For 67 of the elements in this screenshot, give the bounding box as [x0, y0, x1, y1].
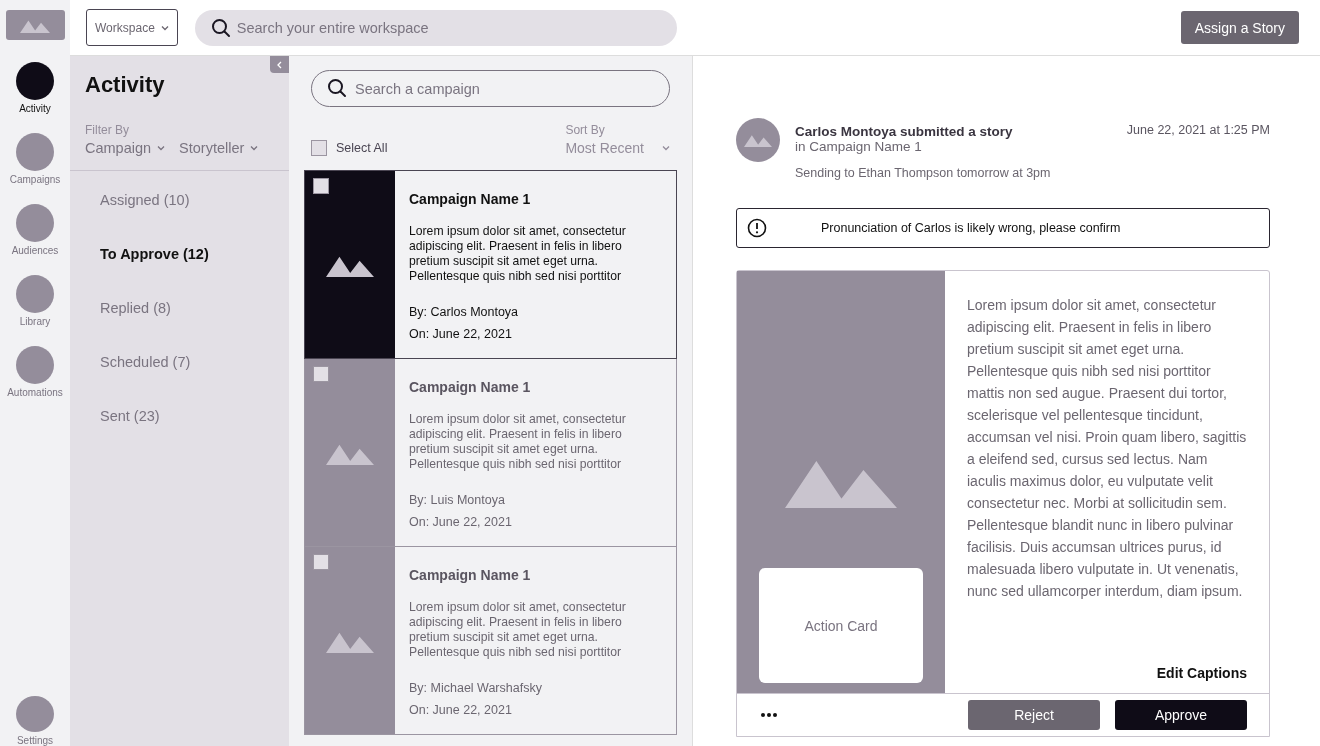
- story-title: Campaign Name 1: [409, 567, 532, 583]
- nav-icon: [16, 133, 54, 171]
- filter-label: Filter By: [85, 123, 130, 137]
- chevron-down-icon: [662, 145, 670, 151]
- nav-item[interactable]: Activity: [0, 62, 70, 114]
- edit-captions-link[interactable]: Edit Captions: [1156, 665, 1247, 681]
- nav-icon: [16, 696, 54, 732]
- search-icon: [327, 78, 347, 98]
- story-date: On: June 22, 2021: [409, 702, 513, 719]
- alert-text: Pronunciation of Carlos is likely wrong, please confirm: [821, 221, 1121, 235]
- logo[interactable]: [5, 10, 65, 40]
- checkbox[interactable]: [313, 366, 329, 382]
- sort-dropdown[interactable]: Most Recent: [565, 140, 670, 156]
- chevron-down-icon: [160, 24, 169, 31]
- filter-item[interactable]: Sent (23): [100, 408, 289, 462]
- timestamp: June 22, 2021 at 1:25 PM: [1126, 123, 1270, 139]
- filter-dropdown[interactable]: Campaign: [85, 140, 166, 156]
- story-title: Campaign Name 1: [409, 191, 532, 207]
- nav-item[interactable]: Audiences: [0, 204, 70, 256]
- workspace-dropdown[interactable]: Workspace: [86, 9, 178, 46]
- chevron-down-icon: [250, 145, 259, 151]
- nav-item[interactable]: Library: [0, 275, 70, 327]
- nav-item[interactable]: Settings: [0, 696, 70, 746]
- schedule-note: Sending to Ethan Thompson tomorrow at 3pm: [795, 166, 1052, 180]
- nav-item[interactable]: Automations: [0, 346, 70, 398]
- campaign-name: in Campaign Name 1: [795, 139, 923, 154]
- story-title: Campaign Name 1: [409, 379, 532, 395]
- story-excerpt: Lorem ipsum dolor sit amet, consectetur adipiscing elit. Praesent in felis in libero pretium suscipit sit amet eget urna. Pellentesque quis nibh sed nisi porttitor: [409, 412, 627, 472]
- nav-icon: [16, 275, 54, 313]
- nav-icon: [16, 62, 54, 100]
- approve-button[interactable]: Approve: [1115, 700, 1247, 730]
- filter-item[interactable]: To Approve (12): [100, 246, 289, 300]
- panel-title: Activity: [85, 72, 166, 98]
- reject-button[interactable]: Reject: [968, 700, 1100, 730]
- mountain-icon: [744, 133, 772, 147]
- nav-icon: [16, 346, 54, 384]
- campaign-search-field[interactable]: Search a campaign: [311, 70, 670, 107]
- story-date: On: June 22, 2021: [409, 514, 513, 531]
- checkbox[interactable]: [313, 178, 329, 194]
- select-all-label[interactable]: Select All: [336, 141, 388, 155]
- story-author: By: Luis Montoya: [409, 492, 506, 509]
- checkbox[interactable]: [311, 140, 327, 156]
- story-author: By: Michael Warshafsky: [409, 680, 543, 697]
- story-excerpt: Lorem ipsum dolor sit amet, consectetur adipiscing elit. Praesent in felis in libero pretium suscipit sit amet eget urna. Pellentesque quis nibh sed nisi porttitor: [409, 224, 627, 284]
- collapse-button[interactable]: [270, 56, 289, 73]
- story-caption: Lorem ipsum dolor sit amet, consectetur adipiscing elit. Praesent in felis in libero pretium suscipit sit amet eget urna. Pellentesque quis nibh sed nisi porttitor mattis non sed augue. Praesent dui tortor, scelerisque vel pellentesque tincidunt, accumsan vel nisi. Proin quam libero, sagittis a eleifend sed, cursus sed lectus. Nam iaculis maximus dolor, eu vulputate velit consectetur nec. Morbi at sollicitudin sem. Pellentesque blandit nunc in libero pulvinar facilisis. Duis accumsan ultrices purus, id malesuada libero vulputate in. Ut venenatis, nunc sed ullamcorper interdum, diam ipsum.: [967, 296, 1247, 601]
- filter-item[interactable]: Replied (8): [100, 300, 289, 354]
- filter-item[interactable]: Scheduled (7): [100, 354, 289, 408]
- filter-dropdown[interactable]: Storyteller: [179, 140, 259, 156]
- search-field[interactable]: Search your entire workspace: [194, 9, 677, 46]
- submission-headline: Carlos Montoya submitted a story: [795, 124, 1014, 139]
- chevron-left-icon: [277, 60, 282, 69]
- story-excerpt: Lorem ipsum dolor sit amet, consectetur adipiscing elit. Praesent in felis in libero pretium suscipit sit amet eget urna. Pellentesque quis nibh sed nisi porttitor: [409, 600, 627, 660]
- sort-label: Sort By: [565, 123, 606, 137]
- story-card[interactable]: [304, 170, 677, 359]
- checkbox[interactable]: [313, 554, 329, 570]
- assign-story-button[interactable]: Assign a Story: [1180, 11, 1299, 44]
- chevron-down-icon: [157, 145, 166, 151]
- filter-item[interactable]: Assigned (10): [100, 192, 289, 246]
- story-date: On: June 22, 2021: [409, 326, 513, 343]
- nav-icon: [16, 204, 54, 242]
- nav-item[interactable]: Campaigns: [0, 133, 70, 185]
- warning-icon: [747, 218, 767, 238]
- more-icon[interactable]: [761, 713, 777, 717]
- story-author: By: Carlos Montoya: [409, 304, 520, 321]
- action-card[interactable]: Action Card: [759, 568, 923, 683]
- search-icon: [210, 17, 231, 38]
